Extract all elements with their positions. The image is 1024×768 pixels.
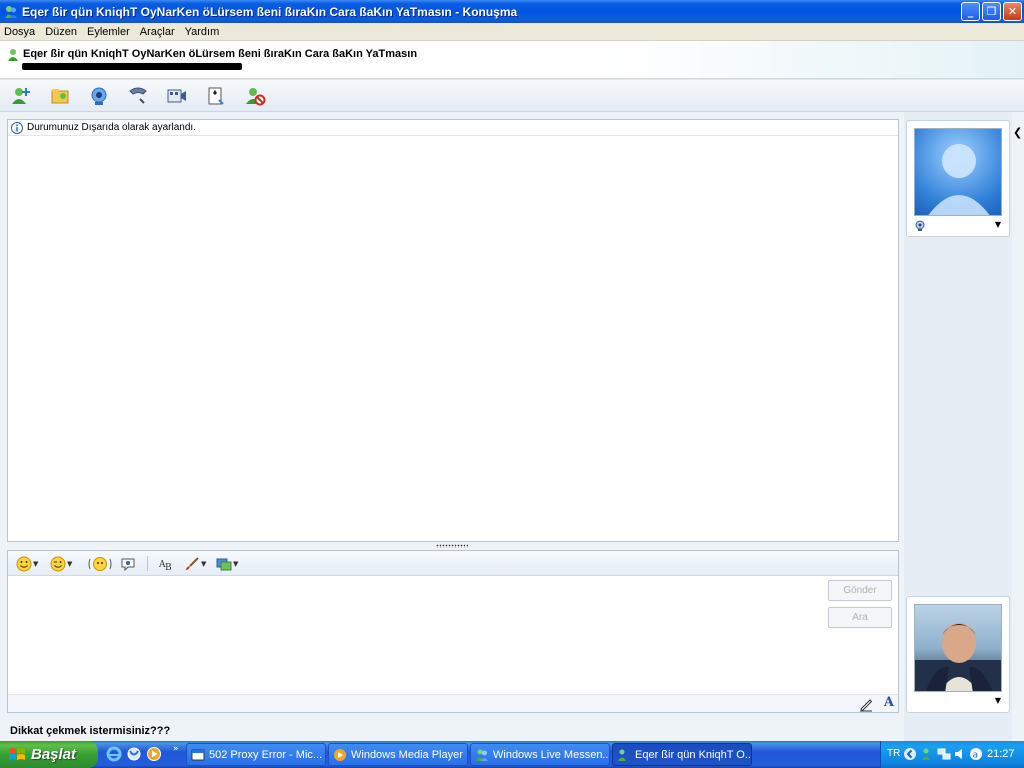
format-toolbar: ▼ ▼ AB ▼ ▼ bbox=[8, 551, 898, 576]
webcam-icon[interactable] bbox=[88, 85, 110, 107]
task-media-player[interactable]: Windows Media Player bbox=[328, 743, 468, 766]
emoticon-icon bbox=[16, 556, 32, 571]
activities-icon[interactable] bbox=[205, 85, 227, 107]
nudge-button[interactable] bbox=[88, 555, 112, 572]
menu-tools[interactable]: Araçlar bbox=[140, 26, 175, 38]
messenger-icon bbox=[618, 749, 626, 761]
font-button[interactable]: AB bbox=[158, 555, 174, 572]
video-call-icon[interactable] bbox=[166, 85, 188, 107]
send-button[interactable]: Gönder bbox=[828, 580, 892, 601]
contact-picture-frame: ▼ bbox=[906, 120, 1010, 237]
user-photo-icon bbox=[915, 623, 1001, 691]
chevron-down-icon: ▼ bbox=[33, 559, 39, 568]
system-tray: TR a 21:27 bbox=[880, 741, 1024, 768]
pane-splitter[interactable] bbox=[436, 544, 468, 548]
games-icon bbox=[216, 558, 232, 570]
maximize-button[interactable]: ❐ bbox=[982, 2, 1001, 21]
media-player-icon[interactable] bbox=[146, 746, 162, 762]
start-button[interactable]: Başlat bbox=[0, 741, 98, 768]
svg-text:B: B bbox=[165, 563, 172, 572]
start-label: Başlat bbox=[31, 746, 77, 763]
title-bar[interactable]: Eqer ßir qün KniqhT OyNarKen öLürsem ßen… bbox=[0, 0, 1024, 23]
menu-file[interactable]: Dosya bbox=[4, 26, 35, 38]
conversation-main: Durumunuz Dışarıda olarak ayarlandı. ▼ ▼ bbox=[0, 112, 1024, 741]
wink-icon bbox=[50, 556, 66, 571]
messenger-icon bbox=[5, 5, 17, 18]
message-input[interactable] bbox=[8, 576, 823, 694]
contact-status-icon bbox=[8, 49, 18, 61]
language-indicator[interactable]: TR bbox=[887, 748, 900, 759]
contact-header: Eqer ßir qün KniqhT OyNarKen öLürsem ßen… bbox=[0, 41, 1024, 79]
minimize-button[interactable]: _ bbox=[961, 2, 980, 21]
toolbar-divider bbox=[147, 556, 148, 571]
voice-clip-icon bbox=[121, 558, 135, 571]
task-conversation[interactable]: Eqer ßir qün KniqhT O... bbox=[612, 743, 752, 766]
invite-contact-icon[interactable] bbox=[10, 85, 32, 107]
close-button[interactable]: ✕ bbox=[1003, 2, 1022, 21]
task-proxy-error[interactable]: 502 Proxy Error - Mic... bbox=[186, 743, 326, 766]
network-icon[interactable] bbox=[937, 747, 951, 761]
messenger-icon bbox=[476, 749, 488, 761]
webcam-small-icon[interactable] bbox=[915, 220, 925, 232]
display-picture-panel: ▼ ▼ bbox=[904, 112, 1012, 741]
nudge-prompt: Dikkat çekmek istermisiniz??? bbox=[10, 725, 171, 737]
internet-explorer-icon[interactable] bbox=[106, 746, 122, 762]
handwriting-icon[interactable] bbox=[858, 696, 874, 712]
clock[interactable]: 21:27 bbox=[987, 748, 1015, 760]
status-message: Durumunuz Dışarıda olarak ayarlandı. bbox=[27, 122, 196, 133]
collapse-panel-icon[interactable]: ❮ bbox=[1013, 126, 1022, 139]
antivirus-icon[interactable]: a bbox=[969, 747, 983, 761]
font-icon: AB bbox=[158, 560, 172, 572]
contact-name[interactable]: Eqer ßir qün KniqhT OyNarKen öLürsem ßen… bbox=[23, 48, 417, 60]
user-display-picture[interactable] bbox=[914, 604, 1002, 692]
background-button[interactable]: ▼ bbox=[184, 555, 206, 572]
menu-actions[interactable]: Eylemler bbox=[87, 26, 130, 38]
chevron-down-icon: ▼ bbox=[233, 559, 239, 568]
chevron-down-icon: ▼ bbox=[67, 559, 73, 568]
call-icon[interactable] bbox=[127, 85, 149, 107]
task-label: Eqer ßir qün KniqhT O... bbox=[635, 748, 752, 761]
volume-icon[interactable] bbox=[953, 747, 967, 761]
typing-mode-icon[interactable]: A bbox=[884, 695, 894, 710]
status-notification: Durumunuz Dışarıda olarak ayarlandı. bbox=[8, 120, 898, 136]
messenger-tray-icon[interactable] bbox=[921, 747, 935, 761]
send-files-icon[interactable] bbox=[49, 85, 71, 107]
quicklaunch-more-icon[interactable]: » bbox=[173, 744, 179, 754]
compose-footer: A bbox=[8, 694, 898, 712]
compose-area: ▼ ▼ AB ▼ ▼ Gönder Ara A bbox=[7, 550, 899, 713]
default-avatar-icon bbox=[928, 144, 990, 215]
block-icon[interactable] bbox=[244, 85, 266, 107]
svg-text:a: a bbox=[973, 751, 979, 761]
chevron-down-icon[interactable]: ▼ bbox=[995, 696, 1001, 705]
wink-button[interactable]: ▼ bbox=[50, 555, 72, 572]
conversation-toolbar bbox=[0, 80, 1024, 112]
emoticon-button[interactable]: ▼ bbox=[16, 555, 38, 572]
nudge-icon bbox=[88, 556, 112, 571]
browser-icon[interactable] bbox=[126, 746, 142, 762]
task-label: Windows Live Messen... bbox=[493, 748, 610, 761]
task-label: Windows Media Player bbox=[351, 748, 463, 761]
voice-clip-button[interactable] bbox=[120, 555, 136, 572]
media-player-icon bbox=[334, 748, 346, 761]
windows-logo-icon bbox=[9, 747, 25, 760]
games-button[interactable]: ▼ bbox=[216, 555, 238, 572]
window-icon bbox=[191, 749, 205, 760]
redacted-personal-message bbox=[22, 63, 242, 70]
taskbar: Başlat » 502 Proxy Error - Mic... Window… bbox=[0, 741, 1024, 768]
conversation-history[interactable]: Durumunuz Dışarıda olarak ayarlandı. bbox=[7, 119, 899, 542]
chevron-down-icon: ▼ bbox=[201, 559, 207, 568]
menu-edit[interactable]: Düzen bbox=[45, 26, 77, 38]
user-picture-frame: ▼ bbox=[906, 596, 1010, 713]
arrow-left-icon[interactable] bbox=[903, 747, 917, 761]
menu-help[interactable]: Yardım bbox=[185, 26, 220, 38]
paintbrush-icon bbox=[186, 556, 199, 570]
search-button[interactable]: Ara bbox=[828, 607, 892, 628]
contact-display-picture[interactable] bbox=[914, 128, 1002, 216]
task-label: 502 Proxy Error - Mic... bbox=[209, 748, 323, 761]
menu-bar: Dosya Düzen Eylemler Araçlar Yardım bbox=[0, 23, 1024, 41]
chevron-down-icon[interactable]: ▼ bbox=[995, 220, 1001, 229]
window-title: Eqer ßir qün KniqhT OyNarKen öLürsem ßen… bbox=[22, 4, 518, 19]
info-icon bbox=[11, 121, 23, 134]
task-live-messenger[interactable]: Windows Live Messen... bbox=[470, 743, 610, 766]
